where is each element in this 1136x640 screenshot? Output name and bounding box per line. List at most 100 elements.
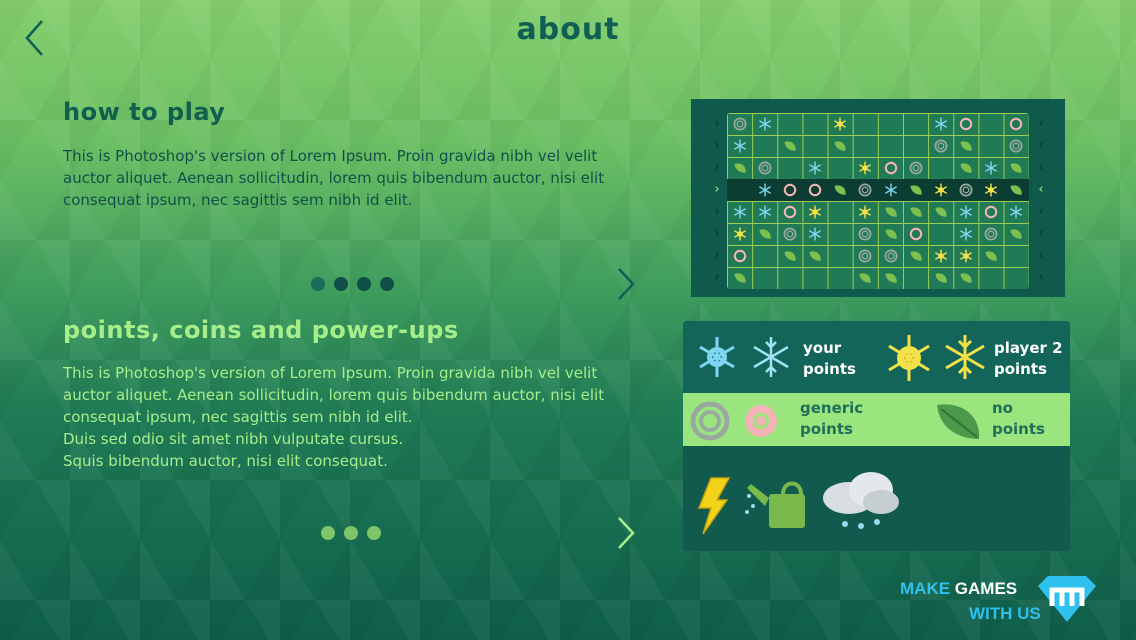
brand-make: MAKE (900, 579, 951, 598)
snowflake-blue-icon (699, 337, 735, 377)
snowflake-blue-icon (960, 227, 973, 241)
row-arrow-left[interactable]: › (711, 116, 723, 131)
snowflake-yellow-icon (985, 183, 998, 197)
leaf-icon (910, 185, 922, 195)
row-arrow-right[interactable]: ‹ (1035, 270, 1047, 285)
row-arrow-left[interactable]: › (711, 226, 723, 241)
ring-pink-icon (745, 405, 777, 437)
ring-grey-icon (909, 161, 923, 175)
leaf-icon (1010, 163, 1023, 173)
leaf-icon (884, 229, 897, 239)
snowflake-blue-icon (758, 205, 771, 219)
leaf-icon (809, 251, 821, 261)
snowflake-blue-icon (733, 205, 746, 219)
row-arrow-right[interactable]: ‹ (1035, 160, 1047, 175)
row-arrow-right[interactable]: ‹ (1035, 138, 1047, 153)
ring-pink-icon (985, 205, 998, 219)
ring-grey-icon (858, 249, 872, 263)
row-arrow-left[interactable]: › (711, 160, 723, 175)
leaf-icon (784, 141, 796, 151)
game-board (727, 113, 1029, 289)
ring-grey-icon (858, 227, 872, 241)
watering-can-icon (745, 481, 805, 528)
body-line: This is Photoshop's version of Lorem Ips… (63, 364, 605, 426)
pager-dot[interactable] (380, 277, 394, 291)
leaf-icon (960, 163, 972, 173)
snowflake-yellow-icon (934, 249, 947, 263)
points-legend: your points player 2 points generic poin… (683, 321, 1070, 551)
leaf-icon (910, 207, 922, 217)
leaf-icon (985, 251, 997, 261)
snowflake-blue-icon (1010, 205, 1023, 219)
m-logo-icon[interactable] (1036, 576, 1098, 624)
leaf-icon (884, 207, 897, 217)
ring-grey-icon (758, 161, 772, 175)
snowflake-blue-icon (758, 183, 771, 197)
brand-games: GAMES (954, 579, 1018, 598)
ring-pink-icon (783, 183, 797, 197)
legend-row-power-ups: power-ups (683, 446, 1070, 551)
pager-dots-how-to-play (311, 277, 394, 291)
leaf-icon (960, 141, 972, 151)
ring-pink-icon (1010, 117, 1023, 131)
ring-grey-icon (690, 401, 730, 441)
leaf-icon (960, 273, 972, 283)
snowflake-outline-blue-icon (753, 337, 789, 377)
snowflake-blue-icon (884, 183, 897, 197)
snowflake-blue-icon (809, 227, 822, 241)
snowflake-blue-icon (960, 205, 973, 219)
leaf-icon (1010, 185, 1023, 195)
page-title: about (516, 12, 620, 47)
ring-grey-icon (884, 249, 898, 263)
snowflake-blue-icon (733, 139, 746, 153)
snowflake-blue-icon (934, 117, 947, 131)
ring-grey-icon (984, 227, 998, 241)
leaf-icon (834, 185, 846, 195)
row-arrow-left[interactable]: › (711, 204, 723, 219)
leaf-icon (759, 229, 771, 239)
row-arrow-right[interactable]: ‹ (1035, 226, 1047, 241)
ring-pink-icon (884, 161, 897, 175)
pager-dot[interactable] (357, 277, 371, 291)
ring-pink-icon (808, 183, 822, 197)
snowflake-yellow-icon (934, 183, 947, 197)
make-games-with-us-link[interactable]: MAKE GAMES WITH US (900, 576, 1041, 626)
pager-dot[interactable] (344, 526, 358, 540)
row-arrow-left[interactable]: › (711, 248, 723, 263)
legend-no-points: no points (992, 399, 1045, 438)
snowflake-yellow-icon (809, 205, 822, 219)
next-chevron-icon[interactable] (616, 266, 636, 302)
row-arrow-right[interactable]: ‹ (1035, 116, 1047, 131)
row-arrow-left[interactable]: › (711, 270, 723, 285)
leaf-icon (733, 273, 746, 283)
row-arrow-right[interactable]: ‹ (1035, 204, 1047, 219)
ring-grey-icon (959, 183, 973, 197)
row-arrow-left[interactable]: › (711, 138, 723, 153)
pager-dot[interactable] (311, 277, 325, 291)
ring-grey-icon (783, 227, 797, 241)
row-arrow-right[interactable]: ‹ (1035, 182, 1047, 197)
leaf-icon (935, 273, 947, 283)
pager-dot[interactable] (321, 526, 335, 540)
snowflake-yellow-icon (859, 205, 872, 219)
leaf-icon (937, 404, 980, 439)
body-line: Duis sed odio sit amet nibh vulputate cu… (63, 430, 404, 448)
snowflake-yellow-icon (960, 249, 973, 263)
leaf-icon (884, 273, 897, 283)
leaf-icon (859, 273, 872, 283)
sun-yellow-icon (888, 335, 930, 381)
row-arrow-right[interactable]: ‹ (1035, 248, 1047, 263)
snowflake-blue-icon (985, 161, 998, 175)
lightning-icon (697, 477, 731, 535)
pager-dot[interactable] (367, 526, 381, 540)
rain-cloud-icon (823, 472, 899, 529)
section-body-how-to-play: This is Photoshop's version of Lorem Ips… (63, 147, 605, 209)
next-chevron-icon[interactable] (616, 515, 636, 551)
pager-dots-points (321, 526, 381, 540)
leaf-icon (1010, 229, 1023, 239)
leaf-icon (834, 141, 846, 151)
game-board-preview: › ‹ › ‹ › ‹ › ‹ › ‹ › ‹ › ‹ › ‹ (691, 99, 1065, 297)
row-arrow-left[interactable]: › (711, 182, 723, 197)
pager-dot[interactable] (334, 277, 348, 291)
snowflake-blue-icon (758, 117, 771, 131)
